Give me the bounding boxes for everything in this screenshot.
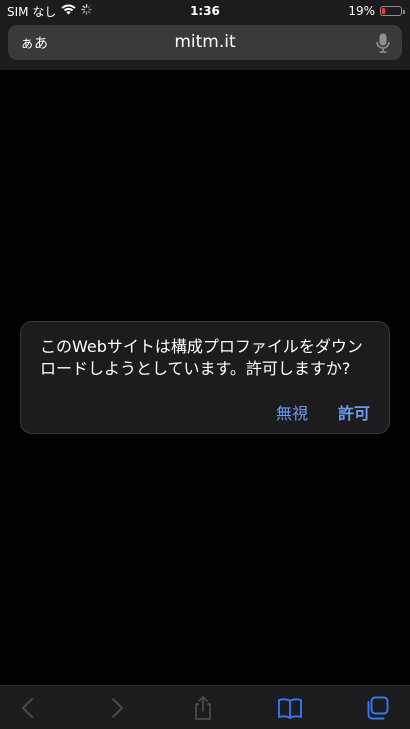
status-bar: SIM なし 1:36 19% [0, 0, 410, 22]
ignore-button[interactable]: 無視 [276, 400, 308, 424]
alert-buttons: 無視 許可 [276, 400, 370, 424]
download-profile-alert: このWebサイトは構成プロファイルをダウンロードしようとしています。許可しますか… [20, 321, 390, 434]
battery-icon [380, 6, 405, 16]
microphone-icon[interactable] [374, 32, 392, 54]
allow-button[interactable]: 許可 [338, 400, 370, 424]
share-icon[interactable] [190, 695, 216, 721]
alert-message: このWebサイトは構成プロファイルをダウンロードしようとしています。許可しますか… [40, 337, 363, 378]
bottom-toolbar [0, 685, 410, 729]
back-chevron-icon[interactable] [15, 695, 41, 721]
battery-percent: 19% [348, 4, 375, 18]
top-chrome: SIM なし 1:36 19% ぁあ mitm.it [0, 0, 410, 70]
address-bar[interactable]: ぁあ mitm.it [8, 25, 402, 60]
battery-tip [403, 9, 405, 14]
battery-level [382, 8, 385, 14]
forward-chevron-icon[interactable] [104, 695, 130, 721]
url-text[interactable]: mitm.it [8, 32, 402, 52]
status-right: 19% [348, 4, 405, 18]
tabs-icon[interactable] [364, 695, 390, 721]
bookmarks-book-icon[interactable] [277, 695, 303, 721]
